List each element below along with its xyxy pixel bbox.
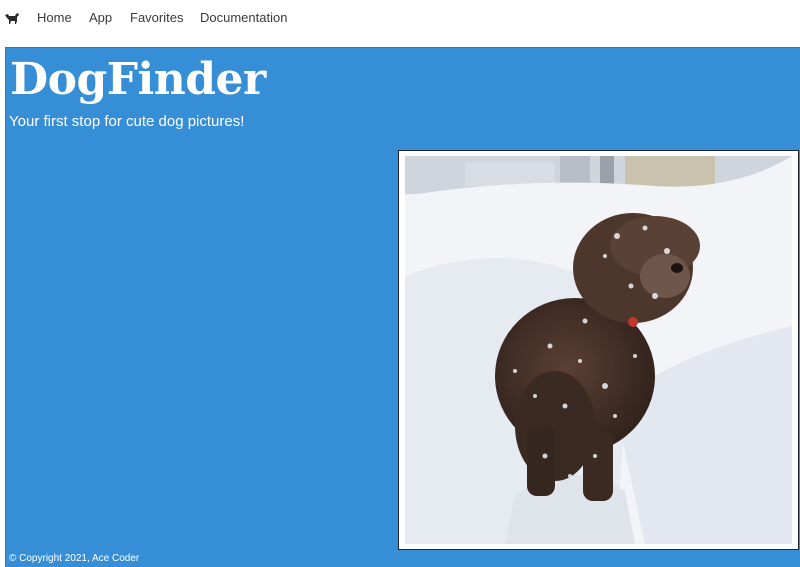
- nav-app-link[interactable]: App: [89, 10, 112, 25]
- nav-documentation-link[interactable]: Documentation: [200, 10, 287, 25]
- dog-photo-frame: [398, 150, 799, 550]
- top-navbar: Home App Favorites Documentation: [0, 0, 800, 38]
- page-tagline: Your first stop for cute dog pictures!: [9, 113, 245, 130]
- nav-favorites-link[interactable]: Favorites: [130, 10, 183, 25]
- footer-copyright: © Copyright 2021, Ace Coder: [9, 553, 140, 564]
- dog-icon[interactable]: [4, 11, 20, 25]
- hero-section: DogFinder Your first stop for cute dog p…: [5, 47, 800, 567]
- dog-photo: [405, 156, 792, 544]
- page-title: DogFinder: [10, 54, 266, 105]
- nav-home-link[interactable]: Home: [37, 10, 72, 25]
